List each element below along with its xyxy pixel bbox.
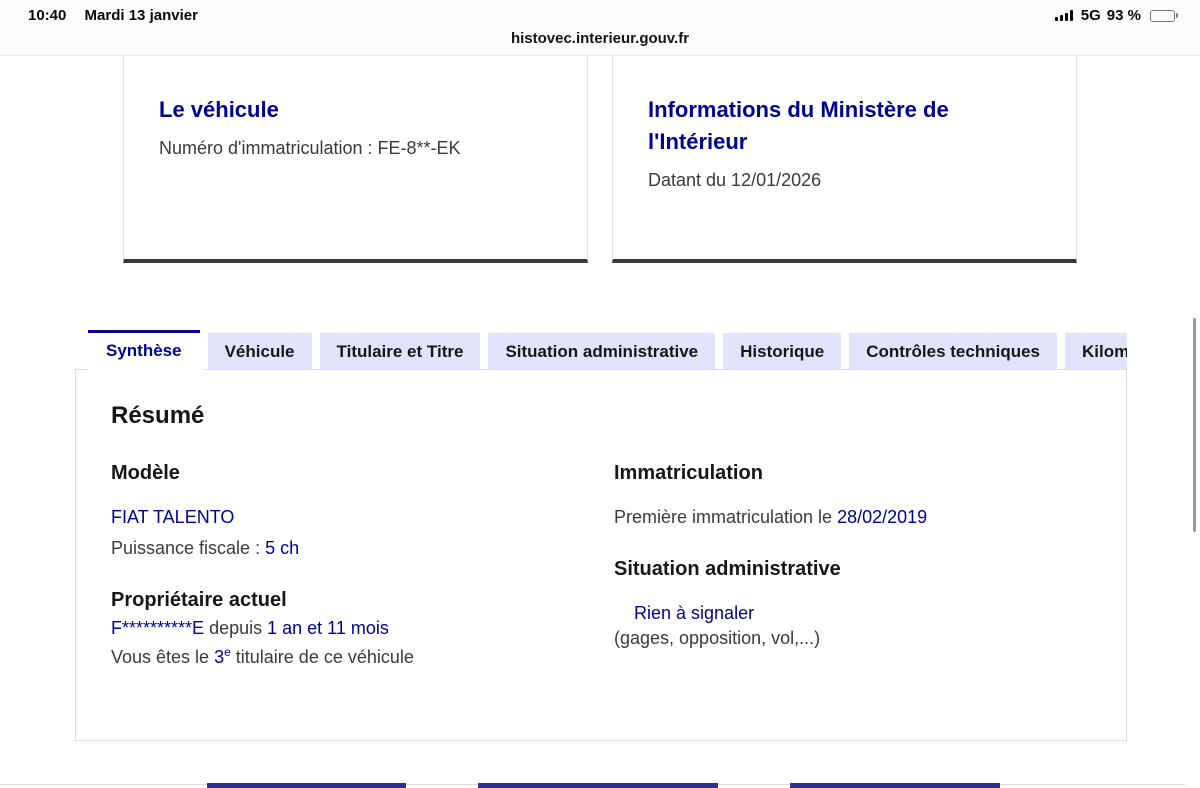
date-label: Mardi 13 janvier xyxy=(84,7,198,24)
fiscal-power-value: 5 ch xyxy=(265,538,300,558)
ministry-card-title: Informations du Ministère de l'Intérieur xyxy=(648,97,949,154)
registration-heading: Immatriculation xyxy=(614,462,763,484)
holder-rank-line: Vous êtes le 3e titulaire de ce véhicule xyxy=(111,645,581,668)
clock: 10:40 xyxy=(28,7,67,24)
model-heading: Modèle xyxy=(111,462,180,484)
first-registration-line: Première immatriculation le 28/02/2019 xyxy=(614,507,1084,528)
vertical-scrollbar[interactable] xyxy=(1193,318,1196,532)
status-bar-right: 5G 93 % xyxy=(1054,7,1178,24)
tab-synthese[interactable]: Synthèse xyxy=(88,330,200,370)
bottom-peek-button-1[interactable] xyxy=(207,783,406,788)
admin-situation-heading: Situation administrative xyxy=(614,558,841,580)
synthese-panel: Résumé Modèle FIAT TALENTO Puissance fis… xyxy=(75,369,1127,741)
page: 10:40 Mardi 13 janvier 5G 93 % histovec.… xyxy=(0,0,1200,788)
vehicle-card: Le véhicule Numéro d'immatriculation : F… xyxy=(123,56,588,263)
ministry-card-date: Datant du 12/01/2026 xyxy=(648,170,822,190)
admin-situation-note: (gages, opposition, vol,...) xyxy=(614,628,821,648)
ministry-info-card: Informations du Ministère de l'Intérieur… xyxy=(612,56,1077,263)
tab-vehicule[interactable]: Véhicule xyxy=(207,333,312,370)
tab-situation-administrative[interactable]: Situation administrative xyxy=(488,333,716,370)
tab-bar: Synthèse Véhicule Titulaire et Titre Sit… xyxy=(75,330,1127,370)
bottom-peek-button-3[interactable] xyxy=(790,783,1000,788)
current-owner-heading: Propriétaire actuel xyxy=(111,589,287,611)
network-type-label: 5G xyxy=(1080,7,1101,24)
fiscal-power-line: Puissance fiscale : 5 ch xyxy=(111,538,581,559)
panel-title: Résumé xyxy=(111,402,205,429)
summary-left-column: Modèle FIAT TALENTO Puissance fiscale : … xyxy=(111,462,581,668)
summary-right-column: Immatriculation Première immatriculation… xyxy=(614,462,1084,649)
owner-since-value: 1 an et 11 mois xyxy=(267,618,389,638)
admin-situation-status: Rien à signaler xyxy=(634,603,755,623)
owner-line: F**********E depuis 1 an et 11 mois xyxy=(111,618,581,639)
tab-kilometrage[interactable]: Kilométrage xyxy=(1065,333,1127,370)
first-registration-date: 28/02/2019 xyxy=(837,507,928,527)
status-bar-left: 10:40 Mardi 13 janvier xyxy=(28,7,198,24)
battery-icon xyxy=(1150,9,1178,22)
vehicle-card-registration: Numéro d'immatriculation : FE-8**-EK xyxy=(159,138,461,158)
battery-percent-label: 93 % xyxy=(1106,7,1141,24)
fiscal-power-label: Puissance fiscale : xyxy=(111,538,266,558)
owner-since-label: depuis xyxy=(204,618,268,638)
url-address-bar[interactable]: histovec.interieur.gouv.fr xyxy=(0,30,1200,47)
cellular-signal-icon xyxy=(1054,10,1073,21)
holder-rank: 3 xyxy=(214,647,225,667)
browser-topbar: 10:40 Mardi 13 janvier 5G 93 % histovec.… xyxy=(0,0,1200,56)
tab-controles-techniques[interactable]: Contrôles techniques xyxy=(849,333,1058,370)
tab-titulaire-et-titre[interactable]: Titulaire et Titre xyxy=(319,333,481,370)
holder-rank-ordinal: e xyxy=(224,645,231,659)
bottom-peek-button-2[interactable] xyxy=(478,783,718,788)
vehicle-card-title: Le véhicule xyxy=(159,97,279,122)
holder-prefix: Vous êtes le xyxy=(111,647,215,667)
tab-historique[interactable]: Historique xyxy=(723,333,842,370)
first-registration-label: Première immatriculation le xyxy=(614,507,838,527)
model-value: FIAT TALENTO xyxy=(111,507,235,527)
holder-suffix: titulaire de ce véhicule xyxy=(230,647,414,667)
owner-masked-name: F**********E xyxy=(111,618,205,638)
